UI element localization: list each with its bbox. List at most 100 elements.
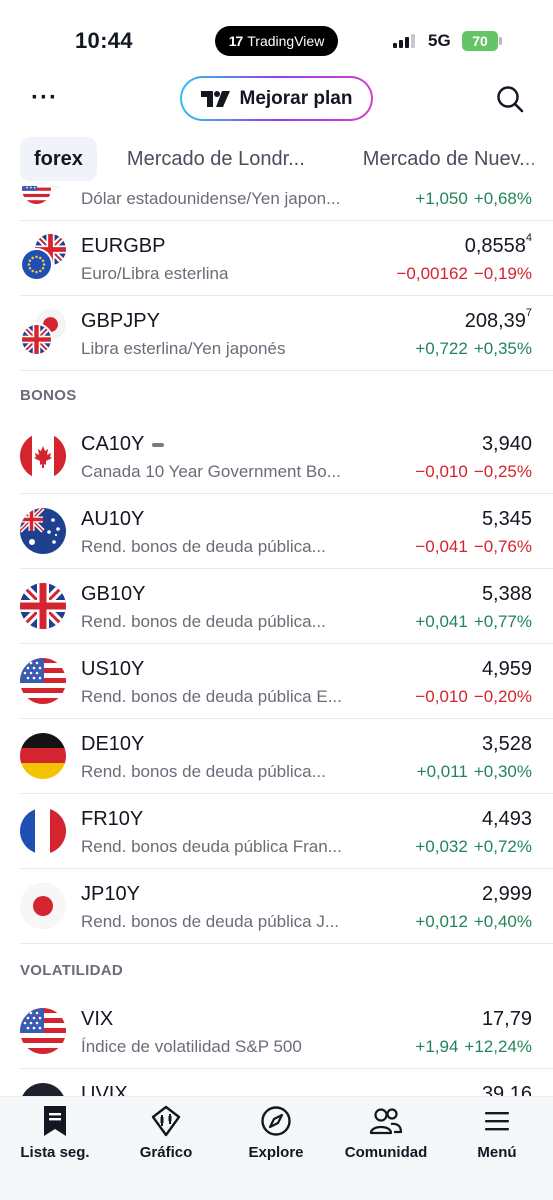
tradingview-badge-label: TradingView — [247, 33, 325, 49]
bottom-navigation: Lista seg. Gráfico Explore Comunidad Men… — [0, 1096, 553, 1200]
list-item[interactable]: GB10Y Rend. bonos de deuda pública... 5,… — [0, 569, 553, 644]
nav-chart-label: Gráfico — [139, 1144, 193, 1161]
price-change: +1,94 +12,24% — [415, 1037, 532, 1056]
tab-new-york-market[interactable]: Mercado de Nuev... — [349, 137, 550, 181]
symbol-description: Rend. bonos deuda pública Fran... — [81, 837, 342, 856]
symbol-ticker: US10Y — [81, 658, 145, 680]
tradingview-logo-icon: 17 — [228, 33, 244, 49]
more-options-icon[interactable]: ··· — [31, 86, 58, 110]
france-flag-icon — [20, 808, 66, 854]
nav-watchlist[interactable]: Lista seg. — [5, 1105, 105, 1161]
tradingview-badge: 17 TradingView — [215, 26, 338, 56]
usa-flag-icon — [20, 186, 53, 206]
price-change: +1,050 +0,68% — [415, 189, 532, 208]
list-item[interactable]: Dólar estadounidense/Yen japon... +1,050… — [0, 186, 553, 221]
network-type: 5G — [428, 31, 451, 50]
last-price: 17,79 — [481, 1008, 532, 1030]
pair-flags — [20, 309, 68, 357]
germany-flag-icon — [20, 733, 66, 779]
price-change: −0,010 −0,25% — [415, 462, 532, 481]
nav-watchlist-label: Lista seg. — [20, 1144, 90, 1161]
hamburger-menu-icon — [485, 1112, 509, 1131]
last-price: 4,493 — [481, 808, 532, 830]
price-change: +0,722 +0,35% — [415, 339, 532, 358]
nav-community-label: Comunidad — [344, 1144, 428, 1161]
price-change: +0,032 +0,72% — [415, 837, 532, 856]
price-change: +0,041 +0,77% — [415, 612, 532, 631]
symbol-description: Rend. bonos de deuda pública... — [81, 537, 326, 556]
symbol-ticker: CA10Y — [81, 433, 165, 456]
canada-flag-icon — [20, 433, 66, 479]
symbol-ticker: GB10Y — [81, 583, 146, 605]
battery-level: 70 — [472, 33, 488, 49]
uk-flag-icon — [20, 583, 66, 629]
symbol-ticker: EURGBP — [81, 235, 166, 257]
delayed-data-badge — [152, 442, 165, 447]
symbol-ticker: FR10Y — [81, 808, 144, 830]
eu-flag-icon — [20, 248, 53, 281]
symbol-description: Índice de volatilidad S&P 500 — [81, 1037, 302, 1056]
clock: 10:44 — [75, 28, 133, 53]
price-change: −0,041 −0,76% — [415, 537, 532, 556]
watchlist-icon — [44, 1106, 66, 1136]
symbol-description: Rend. bonos de deuda pública... — [81, 612, 326, 631]
last-price: 39,16 — [481, 1083, 532, 1096]
australia-flag-icon — [20, 508, 66, 554]
last-price: 3,940 — [481, 433, 532, 455]
watchlist: Dólar estadounidense/Yen japon... +1,050… — [0, 186, 553, 1096]
upgrade-plan-label: Mejorar plan — [239, 87, 353, 109]
symbol-ticker: DE10Y — [81, 733, 145, 755]
nav-community[interactable]: Comunidad — [336, 1105, 436, 1161]
last-price: 3,528 — [481, 733, 532, 755]
pair-flags — [20, 186, 68, 207]
section-header-bonds[interactable]: BONOS — [20, 387, 77, 404]
section-header-volatility[interactable]: VOLATILIDAD — [20, 962, 123, 979]
tabs-fade — [523, 136, 553, 182]
nav-explore-label: Explore — [248, 1144, 304, 1161]
battery-tip — [499, 37, 502, 45]
list-item[interactable]: AU10Y Rend. bonos de deuda pública... 5,… — [0, 494, 553, 569]
list-item[interactable]: FR10Y Rend. bonos deuda pública Fran... … — [0, 794, 553, 869]
symbol-description: Canada 10 Year Government Bo... — [81, 462, 341, 481]
symbol-description: Euro/Libra esterlina — [81, 264, 229, 283]
symbol-description: Rend. bonos de deuda pública J... — [81, 912, 340, 931]
tab-forex[interactable]: forex — [20, 137, 97, 181]
list-item[interactable]: GBPJPY Libra esterlina/Yen japonés 208,3… — [0, 296, 553, 371]
tab-london-market[interactable]: Mercado de Londr... — [113, 137, 319, 181]
list-item[interactable]: JP10Y Rend. bonos de deuda pública J... … — [0, 869, 553, 944]
list-item[interactable]: CA10Y Canada 10 Year Government Bo... 3,… — [0, 419, 553, 494]
price-change: −0,010 −0,20% — [415, 687, 532, 706]
symbol-description: Rend. bonos de deuda pública E... — [81, 687, 342, 706]
signal-icon — [393, 34, 415, 48]
compass-icon — [261, 1106, 291, 1136]
last-price: 5,345 — [481, 508, 532, 530]
usa-flag-icon — [20, 1008, 66, 1054]
nav-menu[interactable]: Menú — [447, 1105, 547, 1161]
battery-icon: 70 — [462, 31, 498, 51]
last-price: 5,388 — [481, 583, 532, 605]
watchlist-tabs: forex Mercado de Londr... Mercado de Nue… — [20, 136, 553, 182]
symbol-description: Rend. bonos de deuda pública... — [81, 762, 326, 781]
list-item[interactable]: VIX Índice de volatilidad S&P 500 17,79 … — [0, 994, 553, 1069]
price-change: +0,011 +0,30% — [416, 762, 532, 781]
last-price: 208,397 — [464, 307, 532, 332]
price-change: +0,012 +0,40% — [415, 912, 532, 931]
nav-explore[interactable]: Explore — [226, 1105, 326, 1161]
search-icon[interactable] — [495, 84, 525, 114]
usa-flag-icon — [20, 658, 66, 704]
price-change: −0,00162 −0,19% — [396, 264, 532, 283]
status-bar: 10:44 17 TradingView 5G 70 — [0, 0, 553, 70]
list-item[interactable]: DE10Y Rend. bonos de deuda pública... 3,… — [0, 719, 553, 794]
upgrade-plan-button[interactable]: Mejorar plan — [180, 76, 373, 121]
list-item[interactable]: EURGBP Euro/Libra esterlina 0,85584 −0,0… — [0, 221, 553, 296]
last-price: 2,999 — [481, 883, 532, 905]
list-item[interactable]: US10Y Rend. bonos de deuda pública E... … — [0, 644, 553, 719]
last-price: 0,85584 — [464, 232, 532, 257]
list-item[interactable]: UVIX 39,16 — [0, 1069, 553, 1096]
nav-menu-label: Menú — [477, 1144, 517, 1161]
symbol-ticker: VIX — [81, 1008, 114, 1030]
symbol-ticker: GBPJPY — [81, 310, 160, 332]
community-icon — [369, 1108, 403, 1135]
nav-chart[interactable]: Gráfico — [116, 1105, 216, 1161]
symbol-ticker: AU10Y — [81, 508, 145, 530]
